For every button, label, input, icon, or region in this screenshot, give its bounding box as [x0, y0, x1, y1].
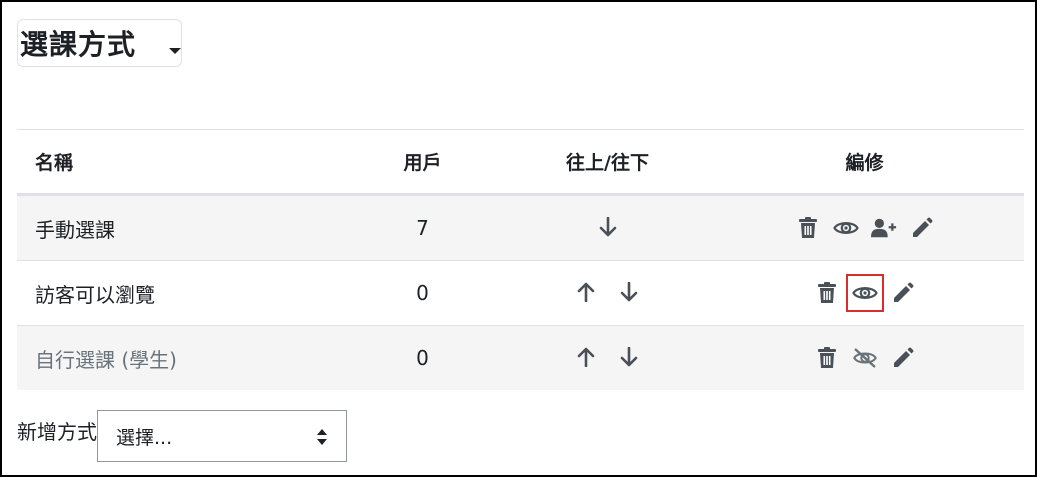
delete-icon[interactable]: [814, 345, 840, 371]
user-count: 7: [335, 194, 510, 261]
move-cell: [510, 325, 705, 390]
eye-icon[interactable]: [832, 215, 859, 241]
add-method-row: 新增方式 選擇...: [17, 410, 347, 462]
header-edit: 編修: [705, 129, 1024, 196]
edit-icon[interactable]: [890, 280, 916, 306]
arrow-down-icon[interactable]: [617, 280, 641, 304]
add-method-select[interactable]: 選擇...: [97, 410, 347, 462]
delete-icon[interactable]: [814, 280, 840, 306]
table-row: 手動選課 7: [17, 194, 1024, 261]
move-cell: [510, 194, 705, 261]
arrow-down-icon[interactable]: [617, 345, 641, 369]
edit-cell: [705, 194, 1024, 261]
user-count: 0: [335, 260, 510, 326]
arrow-up-icon[interactable]: [574, 345, 598, 369]
caret-down-icon: [169, 48, 181, 54]
method-name: 訪客可以瀏覽: [17, 260, 335, 326]
page-title: 選課方式: [20, 28, 137, 61]
page-frame: 選課方式 名稱 用戶 往上/往下 編修 手動選課 7 訪客可以瀏覽 0 自行選課…: [0, 0, 1037, 477]
edit-icon[interactable]: [909, 215, 935, 241]
arrow-down-icon[interactable]: [596, 215, 620, 239]
table-row: 自行選課 (學生) 0: [17, 325, 1024, 390]
method-name: 自行選課 (學生): [17, 325, 335, 390]
move-cell: [510, 260, 705, 326]
enrol-users-icon[interactable]: [870, 215, 897, 241]
select-value: 選擇...: [116, 426, 173, 449]
add-method-label: 新增方式: [17, 419, 97, 444]
table-row: 訪客可以瀏覽 0: [17, 260, 1024, 326]
header-name: 名稱: [17, 129, 335, 196]
eye-icon[interactable]: [845, 274, 884, 313]
delete-icon[interactable]: [795, 215, 821, 241]
enrolment-methods-heading-dropdown[interactable]: 選課方式: [17, 19, 182, 67]
edit-cell: [705, 325, 1024, 390]
table-header-row: 名稱 用戶 往上/往下 編修: [17, 129, 1024, 196]
header-users: 用戶: [335, 129, 510, 196]
arrow-up-icon[interactable]: [574, 280, 598, 304]
edit-icon[interactable]: [890, 345, 916, 371]
header-move: 往上/往下: [510, 129, 705, 196]
select-updown-icon: [316, 428, 328, 451]
edit-cell: [705, 260, 1024, 326]
user-count: 0: [335, 325, 510, 390]
eye-slash-icon[interactable]: [852, 345, 878, 371]
method-name: 手動選課: [17, 194, 335, 261]
enrolment-methods-table: 名稱 用戶 往上/往下 編修 手動選課 7 訪客可以瀏覽 0 自行選課 (學生)…: [17, 129, 1024, 390]
